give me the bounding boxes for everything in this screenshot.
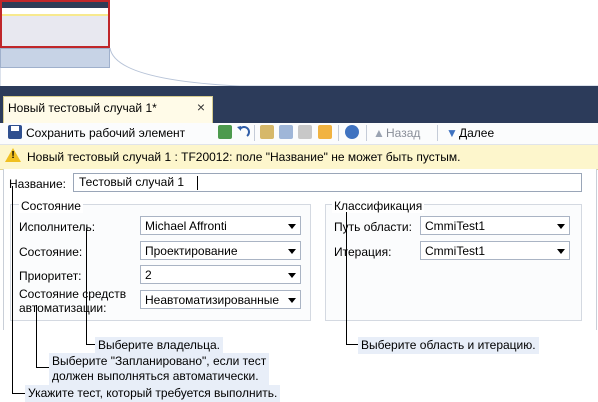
chevron-down-icon (557, 224, 565, 229)
tab-title: Новый тестовый случай 1* (8, 101, 157, 115)
down-arrow-icon: ▼ (446, 126, 458, 140)
state-dropdown[interactable]: Проектирование (140, 241, 301, 260)
warning-message: Новый тестовый случай 1 : TF20012: поле … (27, 150, 461, 164)
assigned-to-value: Michael Affronti (145, 219, 227, 233)
automation-status-value: Неавтоматизированные (145, 293, 280, 307)
iteration-value: CmmiTest1 (425, 244, 486, 258)
title-label: Название: (9, 177, 66, 191)
iteration-label: Итерация: (334, 245, 392, 259)
state-group-title: Состояние (19, 199, 83, 213)
automation-callout-line (36, 305, 37, 367)
automation-callout-line-2: должен выполняться автоматически. (52, 369, 259, 383)
thumbnail-base (0, 48, 110, 68)
forward-button[interactable]: Далее (459, 125, 494, 141)
copy-icon[interactable] (279, 125, 293, 139)
attach-icon[interactable] (298, 125, 312, 139)
automation-callout: Выберите "Запланировано", если тест долж… (49, 353, 270, 385)
automation-status-dropdown[interactable]: Неавтоматизированные (140, 290, 301, 309)
iteration-dropdown[interactable]: CmmiTest1 (420, 241, 570, 260)
chevron-down-icon (288, 224, 296, 229)
state-label: Состояние: (19, 245, 83, 259)
priority-value: 2 (145, 268, 152, 282)
area-path-value: CmmiTest1 (425, 219, 486, 233)
title-callout-line (12, 186, 13, 393)
state-value: Проектирование (145, 244, 238, 258)
priority-dropdown[interactable]: 2 (140, 265, 301, 284)
up-arrow-icon: ▲ (373, 126, 385, 140)
back-button[interactable]: Назад (386, 125, 420, 141)
area-callout: Выберите область и итерацию. (358, 337, 539, 354)
refresh-icon[interactable] (218, 125, 232, 139)
classification-group-title: Классификация (332, 199, 425, 213)
automation-status-label: Состояние средств автоматизации: (19, 287, 127, 315)
chevron-down-icon (557, 249, 565, 254)
title-callout: Укажите тест, который требуется выполнит… (25, 385, 281, 402)
chevron-down-icon (288, 273, 296, 278)
area-callout-line (346, 212, 347, 344)
window-thumbnail (0, 0, 110, 48)
close-icon[interactable]: × (194, 98, 208, 116)
owner-callout-line (86, 228, 87, 344)
help-icon[interactable] (345, 125, 359, 139)
automation-callout-line-1: Выберите "Запланировано", если тест (52, 354, 267, 368)
chevron-down-icon (288, 298, 296, 303)
assigned-to-dropdown[interactable]: Michael Affronti (140, 216, 301, 235)
area-path-dropdown[interactable]: CmmiTest1 (420, 216, 570, 235)
title-value: Тестовый случай 1 (79, 175, 185, 189)
owner-callout: Выберите владельца. (95, 337, 223, 354)
save-work-item-button[interactable]: Сохранить рабочий элемент (26, 125, 185, 141)
text-caret (197, 176, 198, 190)
undo-icon[interactable] (236, 125, 250, 139)
open-in-excel-icon[interactable] (318, 125, 332, 139)
priority-label: Приоритет: (19, 269, 82, 283)
save-icon[interactable] (8, 125, 22, 139)
title-input[interactable]: Тестовый случай 1 (73, 173, 582, 192)
new-linked-item-icon[interactable] (260, 125, 274, 139)
chevron-down-icon (288, 249, 296, 254)
assigned-to-label: Исполнитель: (19, 220, 96, 234)
